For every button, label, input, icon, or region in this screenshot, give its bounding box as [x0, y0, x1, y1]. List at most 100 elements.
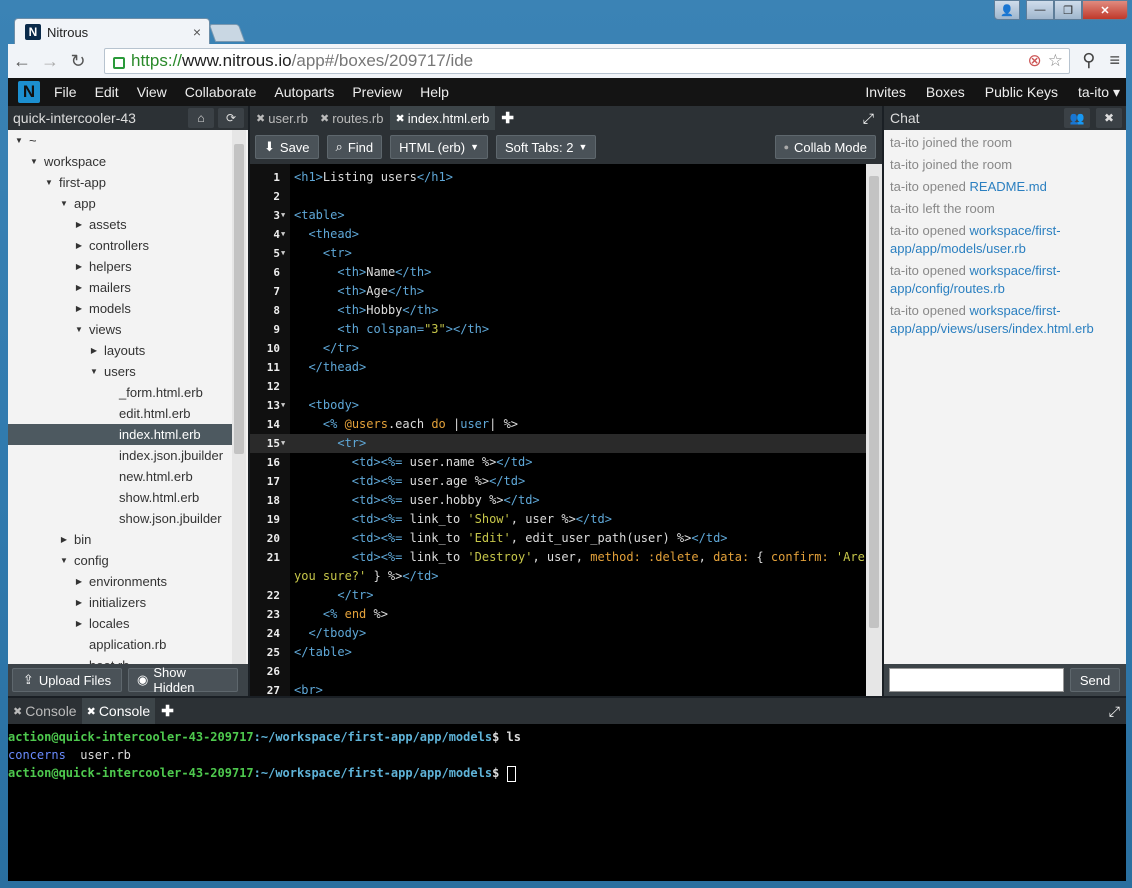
- code-line[interactable]: 4 ▼ <thead>: [250, 225, 866, 244]
- tree-item[interactable]: ▼ config: [8, 550, 234, 571]
- back-arrow-icon[interactable]: ←: [8, 51, 36, 72]
- browser-tab[interactable]: N Nitrous ×: [14, 18, 210, 45]
- editor-scroll-thumb[interactable]: [869, 176, 879, 628]
- tree-item[interactable]: new.html.erb: [8, 466, 234, 487]
- home-icon[interactable]: ⌂: [188, 108, 214, 128]
- find-button[interactable]: ⌕ Find: [326, 135, 383, 159]
- window-maximize-button[interactable]: ❐: [1054, 0, 1082, 20]
- bookmark-star-icon[interactable]: ☆: [1048, 51, 1063, 71]
- code-line[interactable]: 8 <th>Hobby</th>: [250, 301, 866, 320]
- show-hidden-button[interactable]: ◉ Show Hidden: [128, 665, 238, 695]
- tree-item[interactable]: show.json.jbuilder: [8, 508, 234, 529]
- terminal-output[interactable]: action@quick-intercooler-43-209717:~/wor…: [8, 724, 1126, 782]
- fold-caret-icon[interactable]: ▼: [281, 225, 285, 244]
- code-line[interactable]: 1 <h1>Listing users</h1>: [250, 168, 866, 187]
- address-bar[interactable]: https://www.nitrous.io/app#/boxes/209717…: [104, 48, 1070, 74]
- tree-item[interactable]: ▶ initializers: [8, 592, 234, 613]
- chrome-menu-icon[interactable]: ≡: [1109, 50, 1120, 71]
- window-minimize-button[interactable]: —: [1026, 0, 1054, 20]
- tree-item[interactable]: ▶ helpers: [8, 256, 234, 277]
- users-icon[interactable]: 👥: [1064, 108, 1090, 128]
- code-line[interactable]: 14 <% @users.each do |user| %>: [250, 415, 866, 434]
- chat-input[interactable]: [889, 668, 1064, 692]
- menu-file[interactable]: File: [54, 84, 77, 100]
- code-line[interactable]: 25 </table>: [250, 643, 866, 662]
- tab-close-icon[interactable]: ✖: [87, 705, 96, 718]
- tree-item[interactable]: _form.html.erb: [8, 382, 234, 403]
- nitrous-logo-icon[interactable]: N: [18, 81, 40, 103]
- menu-autoparts[interactable]: Autoparts: [274, 84, 334, 100]
- expand-console-icon[interactable]: ⤢: [1109, 703, 1120, 720]
- soft-tabs-dropdown[interactable]: Soft Tabs: 2 ▼: [496, 135, 597, 159]
- console-tab-1[interactable]: ✖ Console: [8, 698, 82, 724]
- refresh-icon[interactable]: ⟳: [218, 108, 244, 128]
- code-line[interactable]: 2: [250, 187, 866, 206]
- chat-file-link[interactable]: README.md: [970, 179, 1047, 194]
- tree-item[interactable]: ▼ app: [8, 193, 234, 214]
- window-close-button[interactable]: ✕: [1082, 0, 1128, 20]
- tree-item[interactable]: ▼ views: [8, 319, 234, 340]
- code-line[interactable]: 16 <td><%= user.name %></td>: [250, 453, 866, 472]
- code-line[interactable]: 5 ▼ <tr>: [250, 244, 866, 263]
- tab-close-icon[interactable]: ✖: [396, 112, 405, 125]
- code-line[interactable]: 3 ▼ <table>: [250, 206, 866, 225]
- editor-tab-routes-rb[interactable]: ✖ routes.rb: [314, 106, 390, 130]
- code-line[interactable]: 18 <td><%= user.hobby %></td>: [250, 491, 866, 510]
- console-tab-2[interactable]: ✖ Console: [81, 698, 156, 724]
- tab-close-icon[interactable]: ✖: [13, 705, 22, 718]
- send-button[interactable]: Send: [1070, 668, 1120, 692]
- menu-public-keys[interactable]: Public Keys: [985, 84, 1058, 100]
- menu-invites[interactable]: Invites: [865, 84, 905, 100]
- file-tree-scrollbar[interactable]: [232, 130, 246, 664]
- code-line[interactable]: 15 ▼ <tr>: [250, 434, 866, 453]
- expand-icon[interactable]: ⤢: [863, 110, 874, 127]
- extension-icon[interactable]: ⚲: [1082, 50, 1095, 71]
- tree-item[interactable]: edit.html.erb: [8, 403, 234, 424]
- code-line[interactable]: 11 </thead>: [250, 358, 866, 377]
- code-line[interactable]: 24 </tbody>: [250, 624, 866, 643]
- code-line[interactable]: you sure?' } %></td>: [250, 567, 866, 586]
- editor-tab-index-html-erb[interactable]: ✖ index.html.erb: [389, 106, 496, 130]
- syntax-mode-dropdown[interactable]: HTML (erb) ▼: [390, 135, 489, 159]
- menu-collaborate[interactable]: Collaborate: [185, 84, 257, 100]
- fold-caret-icon[interactable]: ▼: [281, 396, 285, 415]
- code-line[interactable]: 22 </tr>: [250, 586, 866, 605]
- user-menu[interactable]: ta-ito ▾: [1078, 84, 1120, 101]
- tree-item[interactable]: ▶ mailers: [8, 277, 234, 298]
- close-chat-icon[interactable]: ✖: [1096, 108, 1122, 128]
- tree-item[interactable]: ▼ workspace: [8, 151, 234, 172]
- code-line[interactable]: 7 <th>Age</th>: [250, 282, 866, 301]
- editor-scrollbar[interactable]: [866, 164, 882, 696]
- tab-close-icon[interactable]: ✖: [320, 112, 329, 125]
- fold-caret-icon[interactable]: ▼: [281, 434, 285, 453]
- upload-files-button[interactable]: ⇪ Upload Files: [12, 668, 122, 692]
- tree-item[interactable]: ▶ environments: [8, 571, 234, 592]
- menu-edit[interactable]: Edit: [95, 84, 119, 100]
- code-line[interactable]: 21 <td><%= link_to 'Destroy', user, meth…: [250, 548, 866, 567]
- tree-item[interactable]: show.html.erb: [8, 487, 234, 508]
- code-line[interactable]: 12: [250, 377, 866, 396]
- tree-item[interactable]: ▶ layouts: [8, 340, 234, 361]
- collab-mode-button[interactable]: ● Collab Mode: [774, 135, 876, 159]
- fold-caret-icon[interactable]: ▼: [281, 206, 285, 225]
- tab-close-icon[interactable]: ✖: [256, 112, 265, 125]
- menu-view[interactable]: View: [137, 84, 167, 100]
- code-line[interactable]: 26: [250, 662, 866, 681]
- menu-boxes[interactable]: Boxes: [926, 84, 965, 100]
- new-console-tab-plus-icon[interactable]: ✚: [161, 702, 174, 720]
- menu-help[interactable]: Help: [420, 84, 449, 100]
- tree-item[interactable]: ▶ controllers: [8, 235, 234, 256]
- code-editor[interactable]: 1 <h1>Listing users</h1> 2 3 ▼ <table> 4 ▼ <the…: [250, 164, 866, 696]
- code-line[interactable]: 9 <th colspan="3"></th>: [250, 320, 866, 339]
- tree-item[interactable]: application.rb: [8, 634, 234, 655]
- tree-item[interactable]: ▶ assets: [8, 214, 234, 235]
- tree-item[interactable]: ▶ bin: [8, 529, 234, 550]
- tree-item[interactable]: ▶ locales: [8, 613, 234, 634]
- new-editor-tab-plus-icon[interactable]: ✚: [501, 109, 514, 127]
- tree-item[interactable]: ▼ ~: [8, 130, 234, 151]
- code-line[interactable]: 23 <% end %>: [250, 605, 866, 624]
- save-button[interactable]: ⬇ Save: [255, 135, 319, 159]
- forward-arrow-icon[interactable]: →: [36, 51, 64, 72]
- editor-tab-user-rb[interactable]: ✖ user.rb: [250, 106, 314, 130]
- tree-item[interactable]: ▼ users: [8, 361, 234, 382]
